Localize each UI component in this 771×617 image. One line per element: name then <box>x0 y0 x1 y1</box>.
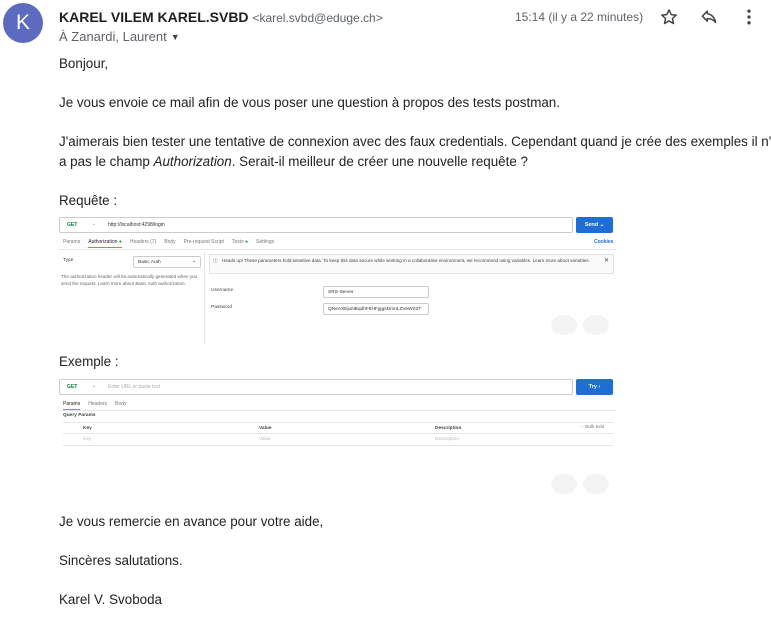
send-button: Send ⌄ <box>576 217 613 233</box>
paragraph-2-line-2: a pas le champ Authorization. Serait-il … <box>59 152 528 172</box>
col-key: Key <box>83 426 92 431</box>
tab-params: Params <box>63 239 81 245</box>
try-label: Try <box>588 384 597 390</box>
auth-type-value: Basic Auth <box>138 260 161 265</box>
ghost-shape <box>551 474 577 494</box>
col-value: Value <box>259 426 272 431</box>
tab-body: Body <box>115 401 127 407</box>
sender-avatar[interactable]: K <box>3 3 43 43</box>
url-bar: GET ⌄ Enter URL or paste text <box>59 379 573 395</box>
sender-name[interactable]: KAREL VILEM KAREL.SVBD <box>59 9 249 25</box>
vertical-divider <box>204 252 205 344</box>
query-params-label: Query Params <box>63 413 96 418</box>
ghost-shape <box>583 315 609 335</box>
tab-authorization-label: Authorization <box>88 239 118 245</box>
info-icon: ⓘ <box>213 258 218 263</box>
url-bar: GET ⌄ http://localhost:4298/login <box>59 217 573 233</box>
method-label: GET <box>67 384 78 390</box>
p2-text-a: a pas le champ <box>59 154 154 169</box>
message-time: 15:14 (il y a 22 minutes) <box>515 10 644 24</box>
tab-settings: Settings <box>256 239 275 245</box>
tab-headers: Headers <box>88 401 108 407</box>
alert-text: Heads up! These parameters hold sensitiv… <box>222 258 590 263</box>
try-button: Try › <box>576 379 613 395</box>
divider <box>59 249 616 250</box>
p2-text-b: . Serait-il meilleur de créer une nouvel… <box>231 154 528 169</box>
table-row-line <box>63 433 613 434</box>
password-field: QNeAXEjuNBqdhF6HFjggsDmnLZVeWS2T <box>323 303 429 315</box>
exemple-label: Exemple : <box>59 354 119 369</box>
url-text: http://localhost:4298/login <box>108 222 165 228</box>
tab-body: Body <box>164 239 176 245</box>
example-tabs: Params Headers Body <box>63 401 127 410</box>
reply-icon[interactable] <box>699 7 719 27</box>
close-icon: ✕ <box>603 258 609 264</box>
signature: Karel V. Svoboda <box>59 592 162 607</box>
request-screenshot: GET ⌄ http://localhost:4298/login Send ⌄… <box>59 212 616 344</box>
sender-email: <karel.svbd@eduge.ch> <box>252 11 383 25</box>
tab-pre-request: Pre-request Script <box>183 239 224 245</box>
username-label: Username <box>211 288 234 293</box>
paragraph-2-line-1: J'aimerais bien tester une tentative de … <box>59 134 771 149</box>
value-placeholder: Value <box>259 437 271 442</box>
cookies-link: Cookies <box>594 239 614 245</box>
example-screenshot: GET ⌄ Enter URL or paste text Try › Para… <box>59 376 616 494</box>
tab-tests-label: Tests <box>231 239 244 245</box>
send-label: Send <box>584 222 599 228</box>
bulk-edit-label: Bulk Edit <box>585 425 605 430</box>
tab-headers: Headers (7) <box>129 239 157 245</box>
ghost-shape <box>583 474 609 494</box>
tab-authorization: Authorization ● <box>88 239 122 248</box>
username-field: SRS-Server <box>323 286 429 298</box>
url-placeholder: Enter URL or paste text <box>108 384 161 390</box>
star-icon[interactable] <box>659 7 679 27</box>
recipients-text: À Zanardi, Laurent <box>59 29 167 44</box>
description-placeholder: Description <box>435 437 459 442</box>
chevron-down-icon: ⌄ <box>92 383 97 389</box>
sender-line: KAREL VILEM KAREL.SVBD <karel.svbd@eduge… <box>59 9 383 25</box>
more-options-icon[interactable] <box>739 7 759 27</box>
divider <box>59 410 616 411</box>
auth-note: The authorization header will be automat… <box>61 274 198 286</box>
col-description: Description <box>435 426 462 431</box>
tab-tests: Tests ● <box>231 239 249 245</box>
chevron-down-icon: ⌄ <box>92 221 97 227</box>
auth-type-select: Basic Auth ⌄ <box>133 256 201 268</box>
table-top-line <box>63 422 613 423</box>
recipients[interactable]: À Zanardi, Laurent ▼ <box>59 29 180 44</box>
request-tabs: Params Authorization ● Headers (7) Body … <box>63 239 274 248</box>
method-label: GET <box>67 222 78 228</box>
requete-label: Requête : <box>59 193 118 208</box>
type-label: Type <box>63 258 74 263</box>
thanks-line: Je vous remercie en avance pour votre ai… <box>59 514 324 529</box>
bulk-edit: ··· Bulk Edit <box>579 425 605 430</box>
paragraph-1: Je vous envoie ce mail afin de vous pose… <box>59 95 560 110</box>
password-label: Password <box>211 305 233 310</box>
p2-italic-authorization: Authorization <box>153 154 232 169</box>
alert-banner: ⓘ Heads up! These parameters hold sensit… <box>209 254 614 274</box>
chevron-down-icon[interactable]: ▼ <box>171 32 180 42</box>
closing-line: Sincères salutations. <box>59 553 183 568</box>
tab-params: Params <box>63 401 81 410</box>
greeting: Bonjour, <box>59 56 109 71</box>
key-placeholder: Key <box>83 437 92 442</box>
ghost-shape <box>551 315 577 335</box>
table-bottom-line <box>63 445 613 446</box>
chevron-down-icon: ⌄ <box>191 259 196 264</box>
